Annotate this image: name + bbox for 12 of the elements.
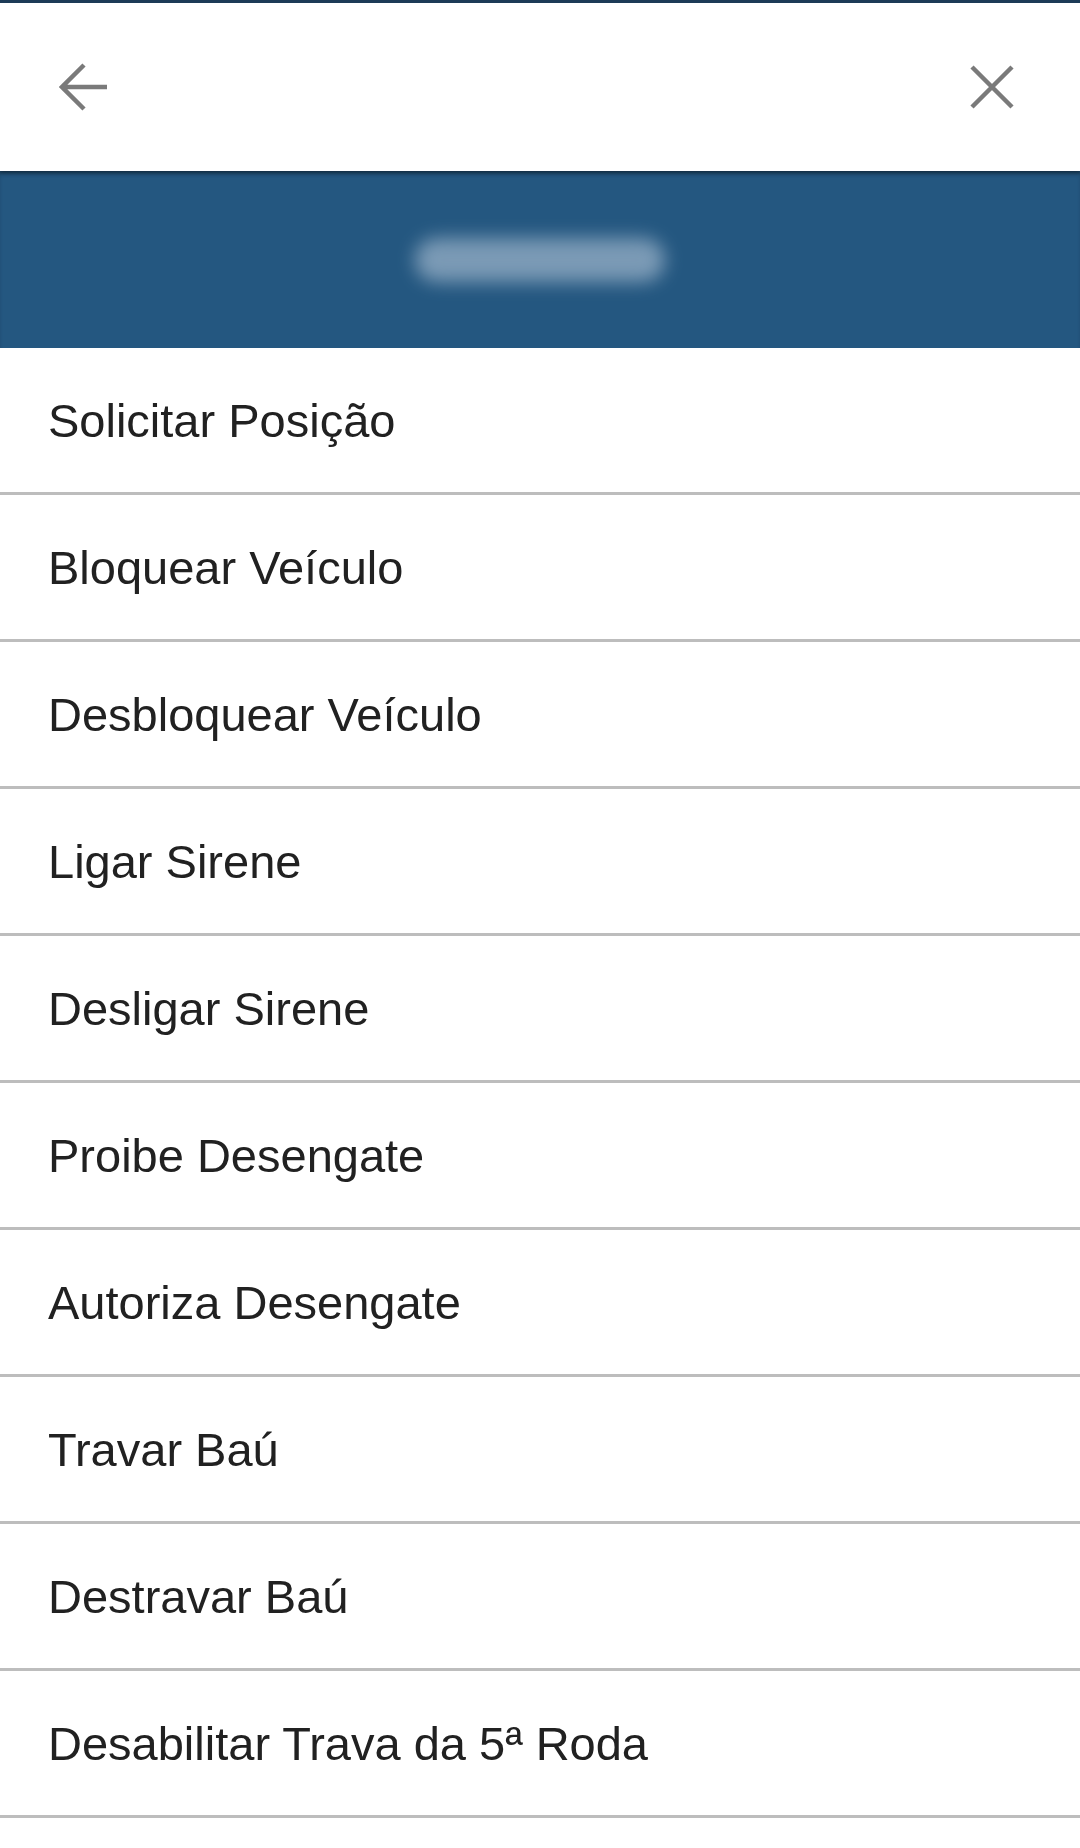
close-icon xyxy=(970,65,1014,109)
back-icon xyxy=(59,63,109,111)
command-item[interactable]: Desbloquear Veículo xyxy=(0,642,1080,789)
command-item[interactable]: Bloquear Veículo xyxy=(0,495,1080,642)
command-item[interactable]: Ligar Sirene xyxy=(0,789,1080,936)
command-item[interactable]: Desabilitar Trava da 5ª Roda xyxy=(0,1671,1080,1818)
command-item[interactable]: Autoriza Desengate xyxy=(0,1230,1080,1377)
command-item[interactable]: Solicitar Posição xyxy=(0,348,1080,495)
command-item[interactable]: Destravar Baú xyxy=(0,1524,1080,1671)
command-item[interactable]: Travar Baú xyxy=(0,1377,1080,1524)
command-item[interactable]: Proibe Desengate xyxy=(0,1083,1080,1230)
command-item[interactable]: Desligar Sirene xyxy=(0,936,1080,1083)
